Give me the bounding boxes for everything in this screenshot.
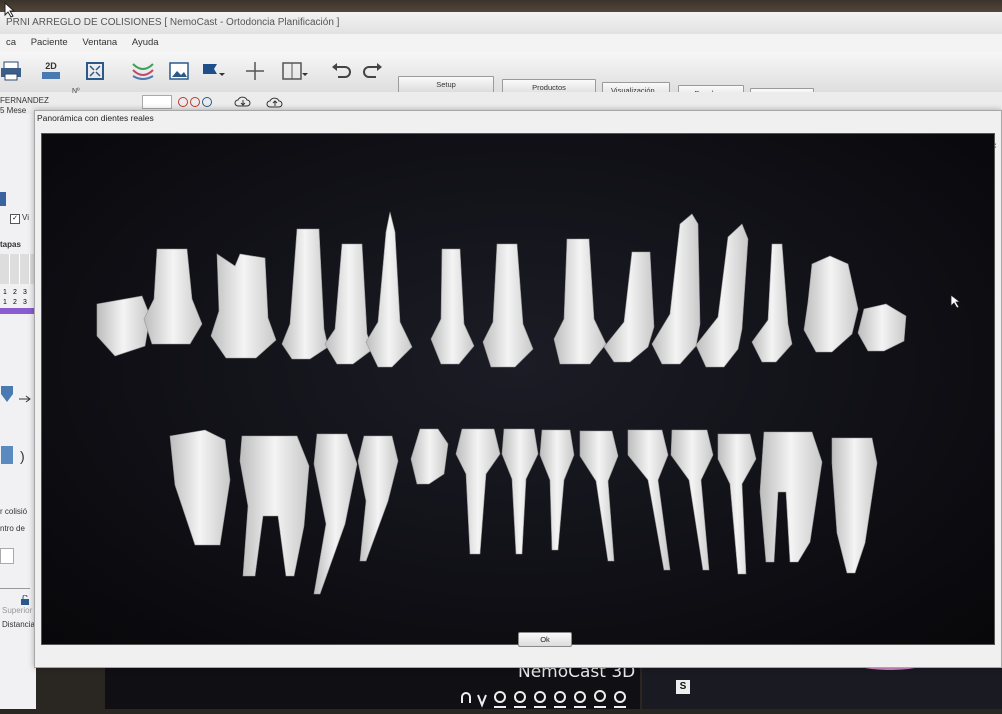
upper-tooth xyxy=(751,243,793,363)
left-sidebar: ✓ Vi tapas 1 2 3 1 2 3 ) r colisió ntro … xyxy=(0,114,36,709)
number-label: Nº xyxy=(72,88,80,95)
s-badge[interactable]: S xyxy=(676,680,690,694)
center-field[interactable] xyxy=(0,548,14,564)
setup-button[interactable]: Setup xyxy=(398,76,494,93)
sidebar-tab[interactable] xyxy=(0,192,6,206)
menu-item-ca[interactable]: ca xyxy=(6,34,16,52)
upper-tooth xyxy=(365,211,413,368)
upper-tooth xyxy=(210,253,277,359)
upper-tooth xyxy=(803,255,859,353)
stage-selected-bar xyxy=(0,308,36,314)
view-icons-row xyxy=(458,687,633,714)
upper-tooth xyxy=(281,228,329,360)
lower-tooth xyxy=(759,431,823,563)
view-2d-toggle[interactable]: 2D xyxy=(36,56,66,86)
blue-radio[interactable] xyxy=(202,97,212,107)
panoramic-viewport[interactable] xyxy=(41,133,995,645)
lower-tooth xyxy=(579,430,619,562)
patient-name: FERNANDEZ xyxy=(0,96,49,105)
upper-tooth xyxy=(857,303,907,352)
lower-tooth xyxy=(455,428,501,555)
top-cursor-icon xyxy=(4,1,16,23)
upper-tooth xyxy=(430,248,475,365)
stage-row[interactable]: 1 2 3 xyxy=(0,298,36,308)
number-field[interactable] xyxy=(142,95,172,109)
mouse-cursor-icon xyxy=(950,294,962,313)
upper-tooth xyxy=(603,251,655,363)
undo-icon[interactable] xyxy=(326,56,356,86)
lower-tooth xyxy=(539,429,575,551)
image-icon[interactable] xyxy=(164,56,194,86)
dialog-title: Panorámica con dientes reales xyxy=(37,113,154,123)
redo-icon[interactable] xyxy=(358,56,388,86)
menu-item-ventana[interactable]: Ventana xyxy=(82,34,117,52)
lower-tooth xyxy=(627,429,671,571)
upper-tooth xyxy=(96,295,151,357)
etapas-label: tapas xyxy=(0,240,21,249)
stage-row[interactable]: 1 2 3 xyxy=(0,288,36,298)
arrow-right-icon[interactable] xyxy=(18,390,32,408)
upper-tooth xyxy=(553,238,607,365)
crosshair-icon[interactable] xyxy=(240,56,270,86)
flag-dropdown-icon[interactable] xyxy=(198,56,228,86)
upper-tooth xyxy=(482,243,534,368)
lower-tooth xyxy=(670,429,714,571)
layout-icon[interactable] xyxy=(280,56,310,86)
superior-label: Superior xyxy=(2,606,33,615)
main-toolbar: 2D Setup Productos Visualización... Pane… xyxy=(0,52,1002,105)
window-title: PRNI ARREGLO DE COLISIONES [ NemoCast - … xyxy=(0,12,1002,34)
lower-tooth xyxy=(239,435,310,577)
stage-rows: 1 2 3 1 2 3 xyxy=(0,288,36,314)
upper-tooth xyxy=(695,223,749,368)
lower-tooth xyxy=(717,433,757,575)
stage-grid xyxy=(0,254,36,284)
tooth-shape-icon[interactable] xyxy=(0,384,14,409)
menu-bar: ca Paciente Ventana Ayuda xyxy=(0,34,1002,52)
lower-tooth xyxy=(357,435,399,562)
lower-tooth xyxy=(169,429,231,546)
upper-tooth xyxy=(143,248,203,345)
lower-tooth xyxy=(313,433,358,595)
checkbox-label: Vi xyxy=(22,213,29,222)
arch-view-icon[interactable] xyxy=(128,56,158,86)
view-checkbox[interactable]: ✓ xyxy=(10,214,20,224)
menu-item-ayuda[interactable]: Ayuda xyxy=(132,34,159,52)
view-icons[interactable] xyxy=(461,690,626,708)
bracket-icon: ) xyxy=(20,448,25,464)
tooth-face-icon[interactable] xyxy=(0,444,14,471)
lower-tooth xyxy=(831,437,878,574)
distance-label: Distancia xyxy=(2,620,35,629)
panoramic-dialog: Panorámica con dientes reales × xyxy=(34,110,1002,668)
center-label: ntro de xyxy=(0,524,25,533)
teeth-render xyxy=(96,211,907,595)
upper-tooth xyxy=(651,213,701,365)
ok-button[interactable]: Ok xyxy=(518,632,572,647)
fit-screen-icon[interactable] xyxy=(80,56,110,86)
upper-tooth xyxy=(324,243,374,365)
lower-tooth xyxy=(410,428,449,485)
menu-item-paciente[interactable]: Paciente xyxy=(31,34,68,52)
collision-label: r colisió xyxy=(0,507,28,516)
red-radio[interactable] xyxy=(178,97,188,107)
print-icon[interactable] xyxy=(0,56,26,86)
red-radio-2[interactable] xyxy=(190,97,200,107)
divider xyxy=(0,588,30,589)
mode-label: 2D xyxy=(45,60,57,71)
lower-tooth xyxy=(501,428,539,555)
